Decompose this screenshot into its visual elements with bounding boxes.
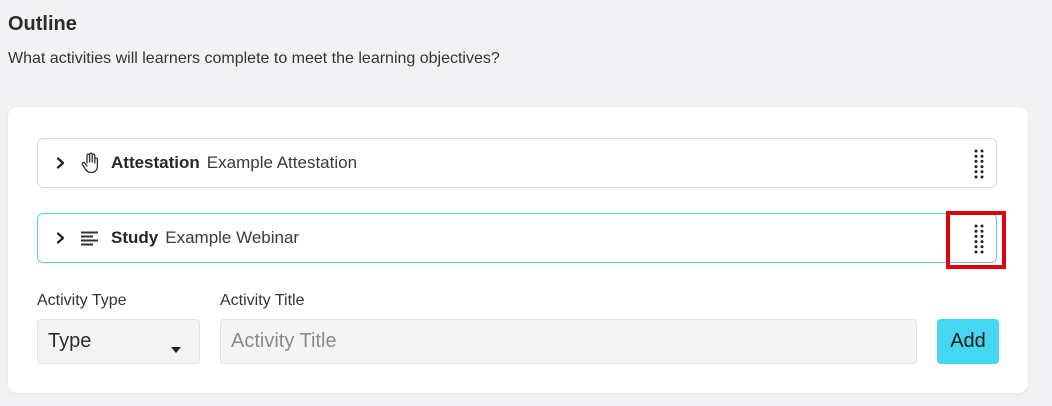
activity-name: Example Webinar <box>165 228 300 247</box>
chevron-right-icon[interactable] <box>55 157 67 169</box>
section-subtitle: What activities will learners complete t… <box>8 50 500 67</box>
activity-title-input[interactable] <box>220 319 917 364</box>
hand-icon <box>79 152 101 174</box>
activity-name: Example Attestation <box>206 153 358 172</box>
activity-title-label: Activity Title <box>220 292 305 309</box>
activity-kind: Study <box>111 228 159 247</box>
activity-row-attestation[interactable]: Attestation Example Attestation <box>37 138 997 188</box>
add-button[interactable]: Add <box>937 319 999 364</box>
highlight-box <box>946 211 1006 269</box>
drag-handle-icon[interactable] <box>972 148 986 180</box>
activity-row-study[interactable]: Study Example Webinar <box>37 213 997 263</box>
caret-down-icon <box>171 340 181 358</box>
activity-type-select[interactable]: Type <box>37 319 200 364</box>
chevron-right-icon[interactable] <box>55 232 67 244</box>
activity-kind: Attestation <box>111 153 200 172</box>
activity-type-label: Activity Type <box>37 292 127 309</box>
outline-card: Attestation Example Attestation Study Ex… <box>8 107 1028 393</box>
activity-type-value: Type <box>48 330 92 352</box>
text-lines-icon <box>79 227 101 249</box>
section-title: Outline <box>8 13 77 35</box>
